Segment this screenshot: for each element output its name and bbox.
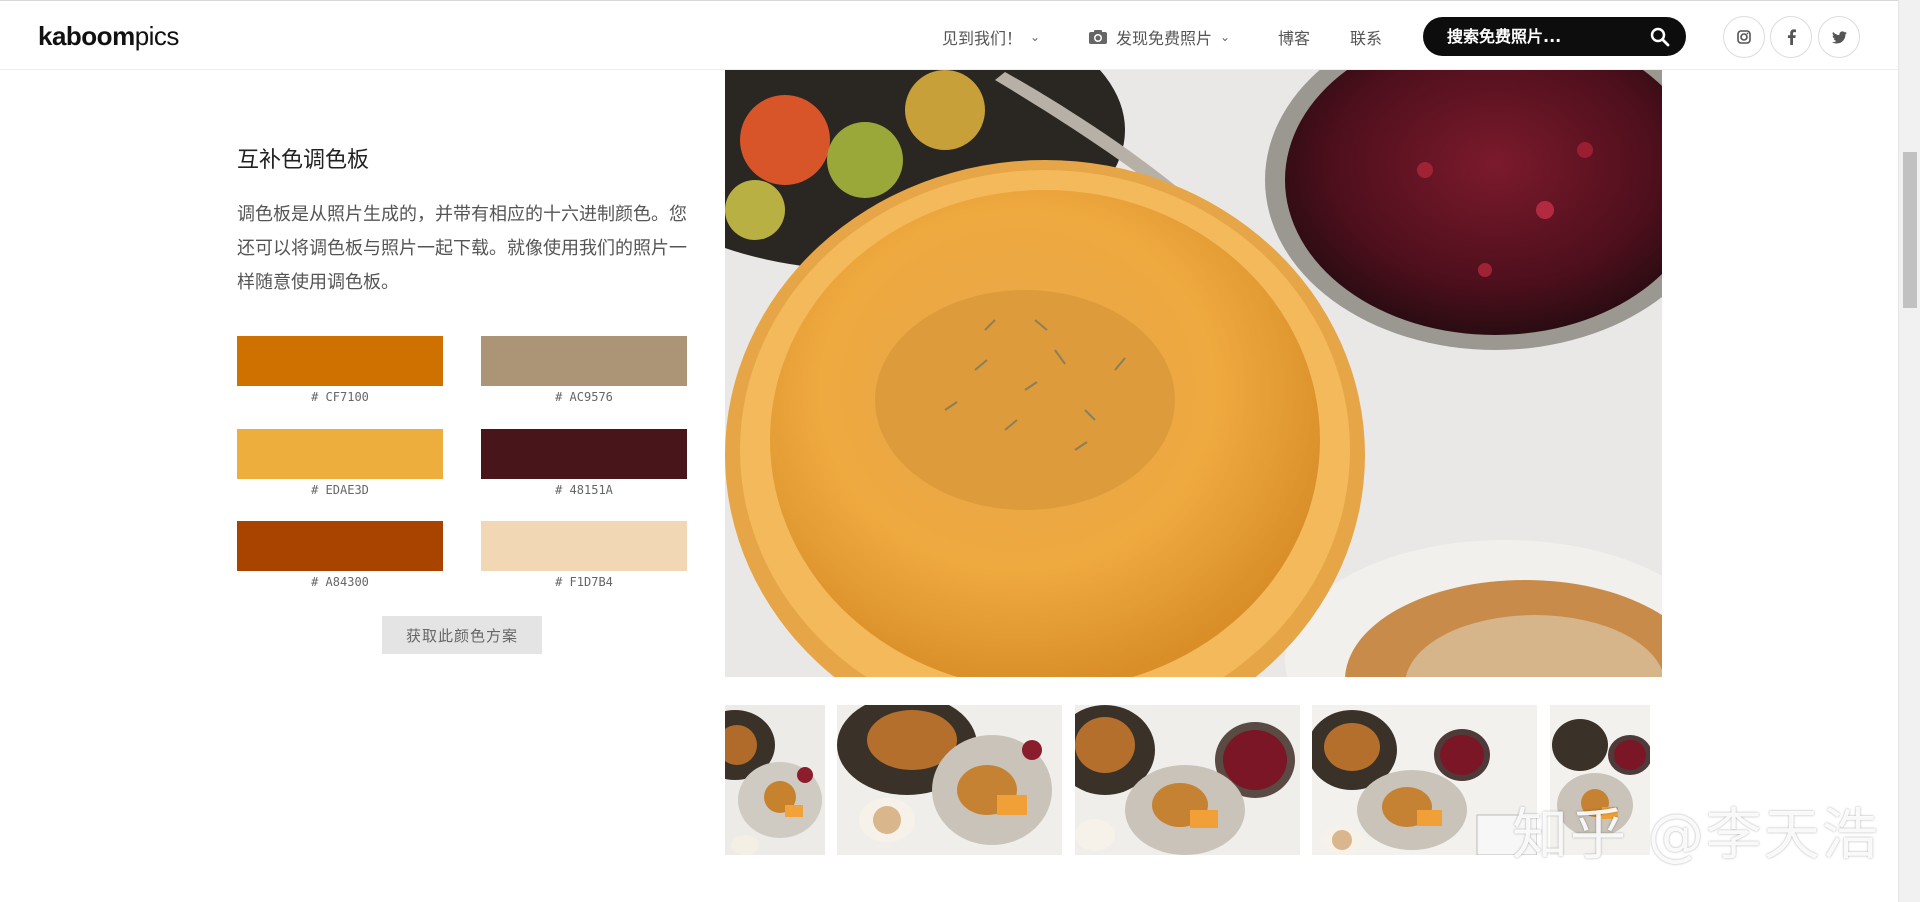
color-swatch[interactable] (237, 521, 443, 571)
instagram-button[interactable] (1723, 16, 1765, 58)
instagram-icon (1737, 30, 1751, 44)
thumbnail-image[interactable] (725, 705, 825, 855)
nav-contact[interactable]: 联系 (1350, 25, 1382, 49)
logo-light-text: pics (134, 21, 180, 51)
facebook-button[interactable] (1770, 16, 1812, 58)
nav-blog-label: 博客 (1278, 29, 1311, 48)
main-photo[interactable] (725, 70, 1662, 677)
color-swatch[interactable] (237, 336, 443, 386)
page-scrollbar[interactable] (1898, 0, 1920, 902)
nav-discover-label: 发现免费照片 (1116, 29, 1213, 48)
logo-bold-text: kaboom (38, 21, 135, 51)
swatch-hex-label: # A84300 (311, 575, 369, 589)
scrollbar-thumb[interactable] (1903, 152, 1917, 308)
twitter-button[interactable] (1818, 16, 1860, 58)
chevron-down-icon: ⌄ (1220, 30, 1231, 44)
color-swatch[interactable] (481, 429, 687, 479)
nav-discover-photos[interactable]: 发现免费照片 ⌄ (1088, 25, 1230, 49)
color-swatch[interactable] (237, 429, 443, 479)
search-box (1423, 17, 1686, 56)
palette-description: 调色板是从照片生成的，并带有相应的十六进制颜色。您还可以将调色板与照片一起下载。… (237, 204, 687, 293)
facebook-icon (1787, 29, 1796, 45)
camera-icon (1089, 30, 1107, 44)
thumbnail-photo (1312, 705, 1537, 855)
thumbnail-photo (837, 705, 1062, 855)
twitter-icon (1831, 30, 1847, 43)
thumbnail-image[interactable] (837, 705, 1062, 855)
get-color-scheme-button[interactable]: 获取此颜色方案 (382, 616, 542, 654)
color-swatch[interactable] (481, 336, 687, 386)
swatch-hex-label: # EDAE3D (311, 483, 369, 497)
thumbnail-image[interactable] (1312, 705, 1537, 855)
swatch-hex-label: # F1D7B4 (555, 575, 613, 589)
thumbnail-image[interactable] (1075, 705, 1300, 855)
swatch-hex-label: # AC9576 (555, 390, 613, 404)
thumbnail-photo (1075, 705, 1300, 855)
mashed-sweet-potato-photo (725, 70, 1662, 677)
thumbnail-photo (725, 705, 825, 855)
nav-meet-us[interactable]: 见到我们！ ⌄ (942, 25, 1040, 49)
nav-meet-us-label: 见到我们！ (942, 29, 1023, 48)
swatch-hex-label: # 48151A (555, 483, 613, 497)
zhihu-watermark: 知乎 @李天浩 (1512, 803, 1880, 868)
swatch-hex-label: # CF7100 (311, 390, 369, 404)
nav-contact-label: 联系 (1350, 29, 1383, 48)
site-header: kaboompics 见到我们！ ⌄ 发现免费照片 ⌄ 博客 联系 (0, 0, 1898, 70)
palette-title: 互补色调色板 (237, 148, 370, 173)
search-input[interactable] (1447, 17, 1647, 56)
search-icon[interactable] (1650, 27, 1670, 47)
site-logo[interactable]: kaboompics (38, 21, 179, 52)
nav-blog[interactable]: 博客 (1278, 25, 1310, 49)
chevron-down-icon: ⌄ (1030, 30, 1041, 44)
color-swatch[interactable] (481, 521, 687, 571)
